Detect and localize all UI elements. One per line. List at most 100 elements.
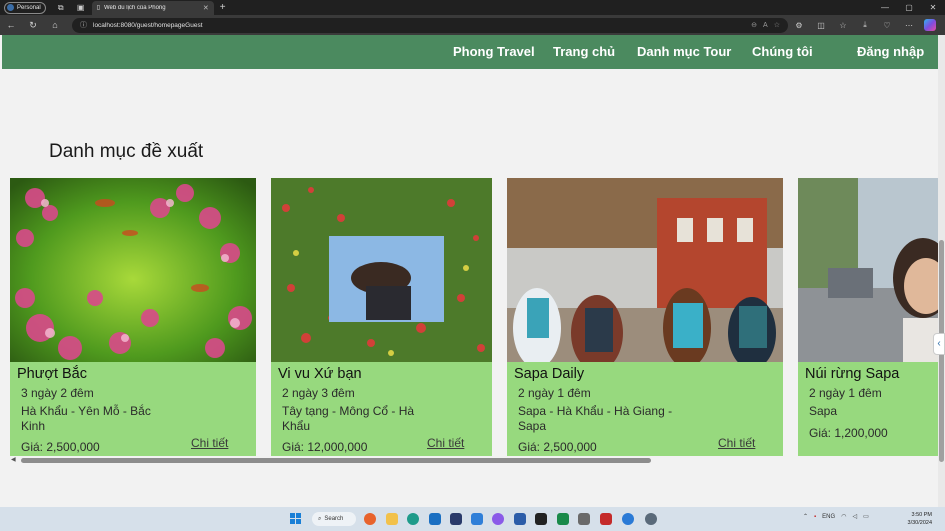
favorite-star-icon[interactable]: ☆ — [774, 21, 780, 29]
ide-icon[interactable] — [535, 513, 547, 525]
system-tray: ⌃ ▪ ENG ◠ ◁ ▭ — [803, 513, 869, 521]
nav-about-link[interactable]: Chúng tôi — [752, 44, 813, 59]
window-controls: — ▢ ✕ — [873, 0, 945, 15]
chevron-up-icon[interactable]: ⌃ — [803, 513, 808, 520]
address-bar[interactable]: ⓘ localhost:8080/guest/homepageGuest ⊖ A… — [72, 17, 788, 33]
tour-image-woman — [798, 178, 938, 362]
tour-name: Vi vu Xứ bạn — [278, 366, 362, 382]
tour-detail-link[interactable]: Chi tiết — [191, 436, 228, 450]
tour-image-flowers — [10, 178, 256, 362]
web-page: Phong Travel Trang chủ Danh mục Tour Chú… — [0, 35, 938, 507]
tour-route: Sapa - Hà Khẩu - Hà Giang - Sapa — [518, 404, 673, 433]
page-favicon-icon: ▯ — [96, 5, 100, 11]
back-icon[interactable]: ← — [0, 20, 22, 30]
tour-duration: 3 ngày 2 đêm — [21, 386, 94, 400]
app-icon[interactable] — [622, 513, 634, 525]
tour-name: Núi rừng Sapa — [805, 366, 900, 382]
copilot-icon[interactable] — [924, 19, 936, 31]
taskbar-search[interactable]: ⌕ Search — [312, 512, 356, 526]
tour-image-field — [271, 178, 492, 362]
read-aloud-icon[interactable]: A — [763, 22, 768, 29]
tour-card: Sapa Daily 2 ngày 1 đêm Sapa - Hà Khẩu -… — [507, 178, 783, 456]
close-window-icon[interactable]: ✕ — [921, 3, 945, 12]
clock-date: 3/30/2024 — [907, 520, 932, 526]
profile-label: Personal — [17, 4, 41, 11]
downloads-icon[interactable]: ⤓ — [854, 20, 876, 30]
close-tab-icon[interactable]: ✕ — [203, 4, 209, 12]
refresh-icon[interactable]: ↻ — [22, 20, 44, 31]
maximize-icon[interactable]: ▢ — [897, 3, 921, 12]
home-icon[interactable]: ⌂ — [44, 20, 66, 30]
app-icon[interactable] — [600, 513, 612, 525]
firefox-icon[interactable] — [364, 513, 376, 525]
tour-name: Sapa Daily — [514, 366, 585, 382]
section-title: Danh mục đề xuất — [49, 141, 204, 162]
clock-time: 3:50 PM — [911, 512, 932, 518]
wifi-icon[interactable]: ◠ — [841, 513, 846, 520]
site-navbar: Phong Travel Trang chủ Danh mục Tour Chú… — [2, 35, 938, 69]
tour-price: Giá: 2,500,000 — [518, 440, 597, 454]
tour-duration: 2 ngày 1 đêm — [809, 386, 882, 400]
favorites-icon[interactable]: ☆ — [832, 21, 854, 30]
nav-brand-link[interactable]: Phong Travel — [453, 44, 535, 59]
start-button-icon[interactable] — [290, 513, 301, 524]
clock[interactable]: 3:50 PM 3/30/2024 — [894, 511, 932, 527]
battery-icon[interactable]: ▭ — [863, 513, 869, 520]
sidebar-expand-icon[interactable]: ‹ — [933, 333, 945, 355]
tour-duration: 2 ngày 1 đêm — [518, 386, 591, 400]
tour-price: Giá: 12,000,000 — [282, 440, 368, 454]
tab-title: Web du lịch của Phong — [104, 4, 166, 11]
tour-card: Núi rừng Sapa 2 ngày 1 đêm Sapa Giá: 1,2… — [798, 178, 938, 456]
volume-icon[interactable]: ◁ — [852, 513, 857, 520]
language-indicator[interactable]: ENG — [822, 514, 835, 520]
tab-actions-icon[interactable]: ▣ — [76, 3, 86, 12]
vscode-icon[interactable] — [471, 513, 483, 525]
tour-price: Giá: 1,200,000 — [809, 426, 888, 440]
tour-route: Hà Khẩu - Yên Mỗ - Bắc Kinh — [21, 404, 151, 433]
browser-tab-bar: Personal ⧉ ▣ ▯ Web du lịch của Phong ✕ +… — [0, 0, 945, 15]
zoom-icon[interactable]: ⊖ — [751, 21, 757, 29]
edge-icon[interactable] — [407, 513, 419, 525]
vertical-scrollbar[interactable] — [938, 35, 945, 507]
url-text: localhost:8080/guest/homepageGuest — [93, 21, 203, 29]
profile-button[interactable]: Personal — [4, 1, 46, 14]
app-icon[interactable] — [450, 513, 462, 525]
app-tray-icon[interactable]: ▪ — [814, 514, 816, 520]
tour-image-students — [507, 178, 783, 362]
file-explorer-icon[interactable] — [386, 513, 398, 525]
tour-duration: 2 ngày 3 đêm — [282, 386, 355, 400]
tour-route: Tây tạng - Mông Cổ - Hà Khẩu — [282, 404, 415, 433]
new-tab-icon[interactable]: + — [220, 2, 226, 13]
messenger-icon[interactable] — [492, 513, 504, 525]
app-icon[interactable] — [578, 513, 590, 525]
more-menu-icon[interactable]: ⋯ — [898, 21, 920, 30]
horizontal-scroll-thumb[interactable] — [21, 458, 651, 463]
split-screen-icon[interactable]: ◫ — [810, 21, 832, 30]
nav-tours-link[interactable]: Danh mục Tour — [637, 44, 731, 59]
workspaces-icon[interactable]: ⧉ — [56, 3, 66, 13]
tour-card: Vi vu Xứ bạn 2 ngày 3 đêm Tây tạng - Môn… — [271, 178, 492, 456]
browser-essentials-icon[interactable]: ♡ — [876, 21, 898, 30]
scroll-left-icon[interactable]: ◀ — [11, 456, 16, 463]
minimize-icon[interactable]: — — [873, 3, 897, 12]
profile-avatar-icon — [7, 4, 14, 11]
mail-icon[interactable] — [429, 513, 441, 525]
taskbar-search-label: Search — [324, 516, 344, 522]
tour-name: Phượt Bắc — [17, 366, 87, 382]
search-icon: ⌕ — [318, 515, 322, 522]
settings-icon[interactable] — [645, 513, 657, 525]
nav-login-link[interactable]: Đăng nhập — [857, 44, 924, 59]
address-toolbar: ← ↻ ⌂ ⓘ localhost:8080/guest/homepageGue… — [0, 15, 945, 35]
tour-detail-link[interactable]: Chi tiết — [718, 436, 755, 450]
browser-tab[interactable]: ▯ Web du lịch của Phong ✕ — [91, 0, 214, 15]
extensions-icon[interactable]: ⚙ — [788, 21, 810, 30]
tour-detail-link[interactable]: Chi tiết — [427, 436, 464, 450]
tour-price: Giá: 2,500,000 — [21, 440, 100, 454]
tour-route: Sapa — [809, 404, 838, 418]
app-icon[interactable] — [557, 513, 569, 525]
word-icon[interactable] — [514, 513, 526, 525]
site-info-icon[interactable]: ⓘ — [80, 20, 87, 30]
nav-home-link[interactable]: Trang chủ — [553, 44, 615, 59]
horizontal-scrollbar[interactable]: ◀ — [11, 456, 938, 464]
os-taskbar: ⌕ Search ⌃ ▪ ENG ◠ ◁ ▭ 3:50 PM 3/30/2024 — [0, 507, 945, 531]
